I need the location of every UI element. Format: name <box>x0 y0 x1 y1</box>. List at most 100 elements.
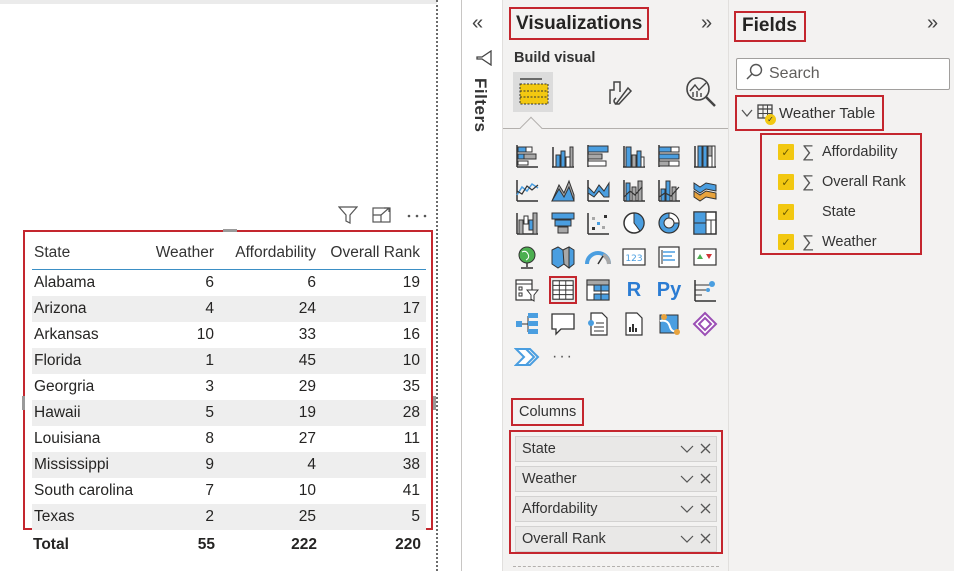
funnel-chart-icon[interactable] <box>549 209 577 237</box>
analytics-tab[interactable] <box>681 72 721 112</box>
power-apps-icon[interactable] <box>691 310 719 338</box>
chevron-down-icon[interactable] <box>741 106 753 121</box>
filter-icon[interactable] <box>338 206 358 224</box>
close-icon[interactable] <box>700 532 711 547</box>
checkbox-checked-icon[interactable]: ✓ <box>778 174 794 190</box>
waterfall-chart-icon[interactable] <box>513 209 541 237</box>
collapse-filters-button[interactable]: « <box>472 12 483 35</box>
scatter-chart-icon[interactable] <box>584 209 612 237</box>
table-row[interactable]: Hawaii 5 19 28 <box>32 400 426 426</box>
filters-label[interactable]: Filters <box>470 78 490 133</box>
column-header-state[interactable]: State <box>32 244 152 262</box>
area-chart-icon[interactable] <box>549 176 577 204</box>
clustered-column-chart-icon[interactable] <box>620 142 648 170</box>
column-header-weather[interactable]: Weather <box>152 244 214 262</box>
build-visual-tab[interactable] <box>513 72 553 112</box>
resize-handle-top[interactable] <box>223 229 237 232</box>
matrix-icon[interactable] <box>584 276 612 304</box>
line-and-clustered-column-chart-icon[interactable] <box>655 176 683 204</box>
chevron-down-icon[interactable] <box>680 442 694 457</box>
report-canvas[interactable]: State Weather Affordability Overall Rank… <box>0 0 437 571</box>
map-icon[interactable] <box>513 243 541 271</box>
field-name: Weather <box>822 234 877 250</box>
stacked-column-chart-icon[interactable] <box>549 142 577 170</box>
column-header-overall-rank[interactable]: Overall Rank <box>316 244 420 262</box>
key-influencers-icon[interactable] <box>691 276 719 304</box>
in-use-check-icon: ✓ <box>765 113 776 125</box>
table-row[interactable]: Texas 2 25 5 <box>32 504 426 530</box>
donut-chart-icon[interactable] <box>655 209 683 237</box>
expand-visualizations-button[interactable]: » <box>701 12 712 35</box>
field-item[interactable]: ✓ State <box>762 197 920 227</box>
power-automate-icon[interactable] <box>513 343 541 371</box>
column-header-affordability[interactable]: Affordability <box>214 244 316 262</box>
table-row[interactable]: Mississippi 9 4 38 <box>32 452 426 478</box>
card-icon[interactable]: 123 <box>620 243 648 271</box>
table-row[interactable]: Louisiana 8 27 11 <box>32 426 426 452</box>
field-item[interactable]: ✓ ∑ Weather <box>762 227 920 257</box>
close-icon[interactable] <box>700 472 711 487</box>
cell-weather: 8 <box>205 430 214 447</box>
table-row[interactable]: Arizona 4 24 17 <box>32 296 426 322</box>
line-chart-icon[interactable] <box>513 176 541 204</box>
chevron-down-icon[interactable] <box>680 502 694 517</box>
decomposition-tree-icon[interactable] <box>513 310 541 338</box>
checkbox-checked-icon[interactable]: ✓ <box>778 234 794 250</box>
treemap-icon[interactable] <box>691 209 719 237</box>
filters-pane[interactable]: « Filters <box>461 0 502 571</box>
kpi-icon[interactable] <box>691 243 719 271</box>
chevron-down-icon[interactable] <box>680 472 694 487</box>
ribbon-chart-icon[interactable] <box>691 176 719 204</box>
table-row[interactable]: Georgria 3 29 35 <box>32 374 426 400</box>
resize-handle-left[interactable] <box>22 396 25 410</box>
expand-fields-button[interactable]: » <box>927 12 938 35</box>
columns-well[interactable]: State Weather Affordability Overall Rank <box>509 430 723 554</box>
format-visual-tab[interactable] <box>598 72 638 112</box>
smart-narrative-icon[interactable] <box>584 310 612 338</box>
table-icon[interactable] <box>549 276 577 304</box>
table-node-weather-table[interactable]: ✓ Weather Table <box>735 95 884 131</box>
column-well-item[interactable]: State <box>515 436 717 462</box>
clustered-bar-chart-icon[interactable] <box>584 142 612 170</box>
cell-affordability: 25 <box>298 508 316 525</box>
100-stacked-bar-chart-icon[interactable] <box>655 142 683 170</box>
field-item[interactable]: ✓ ∑ Affordability <box>762 137 920 167</box>
100-stacked-column-chart-icon[interactable] <box>691 142 719 170</box>
table-row[interactable]: Arkansas 10 33 16 <box>32 322 426 348</box>
active-tab-indicator <box>519 116 543 140</box>
r-script-visual-icon[interactable]: R <box>620 276 648 304</box>
filled-map-icon[interactable] <box>549 243 577 271</box>
search-placeholder: Search <box>769 65 820 82</box>
cell-state: Arizona <box>34 300 87 317</box>
checkbox-checked-icon[interactable]: ✓ <box>778 144 794 160</box>
more-visuals-icon[interactable]: ··· <box>549 343 577 371</box>
pie-chart-icon[interactable] <box>620 209 648 237</box>
slicer-icon[interactable] <box>513 276 541 304</box>
gauge-icon[interactable] <box>584 243 612 271</box>
multi-row-card-icon[interactable] <box>655 243 683 271</box>
focus-mode-icon[interactable] <box>372 206 392 224</box>
stacked-area-chart-icon[interactable] <box>584 176 612 204</box>
column-well-item[interactable]: Weather <box>515 466 717 492</box>
cell-affordability: 6 <box>307 274 316 291</box>
cell-state: Alabama <box>34 274 96 291</box>
column-well-item[interactable]: Overall Rank <box>515 526 717 552</box>
fields-search-input[interactable]: Search <box>736 58 950 90</box>
paginated-report-icon[interactable] <box>620 310 648 338</box>
table-row[interactable]: Alabama 6 6 19 <box>32 270 426 296</box>
column-well-item[interactable]: Affordability <box>515 496 717 522</box>
table-row[interactable]: South carolina 7 10 41 <box>32 478 426 504</box>
field-item[interactable]: ✓ ∑ Overall Rank <box>762 167 920 197</box>
close-icon[interactable] <box>700 442 711 457</box>
table-row[interactable]: Florida 1 45 10 <box>32 348 426 374</box>
python-visual-icon[interactable]: Py <box>655 276 683 304</box>
stacked-bar-chart-icon[interactable] <box>513 142 541 170</box>
arcgis-map-icon[interactable] <box>655 310 683 338</box>
table-visual[interactable]: State Weather Affordability Overall Rank… <box>22 229 436 530</box>
qna-icon[interactable] <box>549 310 577 338</box>
line-and-stacked-column-chart-icon[interactable] <box>620 176 648 204</box>
more-options-icon[interactable] <box>406 206 428 224</box>
close-icon[interactable] <box>700 502 711 517</box>
chevron-down-icon[interactable] <box>680 532 694 547</box>
checkbox-checked-icon[interactable]: ✓ <box>778 204 794 220</box>
